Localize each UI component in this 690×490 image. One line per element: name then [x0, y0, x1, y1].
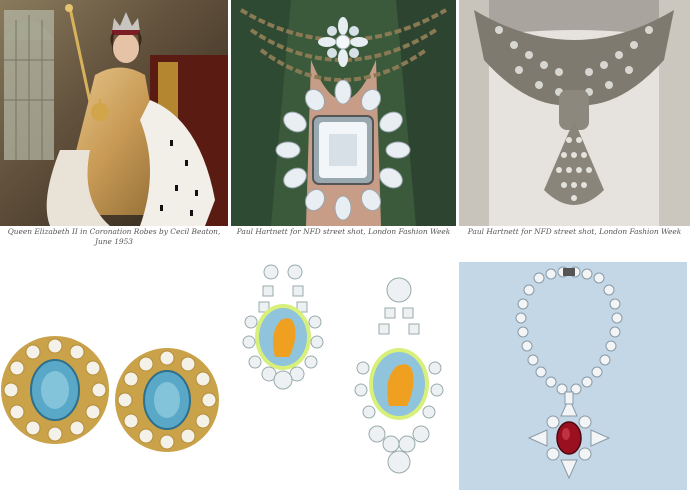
- cameo-drop-earrings-image: [231, 262, 456, 490]
- queen-caption-line1: Queen Elizabeth II in Coronation Robes b…: [7, 227, 221, 236]
- pendant-necklace-image: [231, 0, 456, 226]
- ruby-cross-necklace-image: [459, 262, 687, 490]
- queen-portrait-image: [0, 0, 228, 226]
- bib-caption-line1: Paul Hartnett for NFD street shot, Londo…: [467, 227, 682, 236]
- pendant-necklace-caption: Paul Hartnett for NFD street shot, Londo…: [231, 227, 456, 237]
- bib-necklace-image: [459, 0, 690, 226]
- queen-caption-line2: June 1953: [94, 237, 133, 246]
- queen-portrait-caption: Queen Elizabeth II in Coronation Robes b…: [0, 227, 228, 247]
- blue-stone-earrings-image: [0, 262, 228, 490]
- bib-necklace-caption: Paul Hartnett for NFD street shot, Londo…: [459, 227, 690, 237]
- pendant-caption-line1: Paul Hartnett for NFD street shot, Londo…: [236, 227, 451, 236]
